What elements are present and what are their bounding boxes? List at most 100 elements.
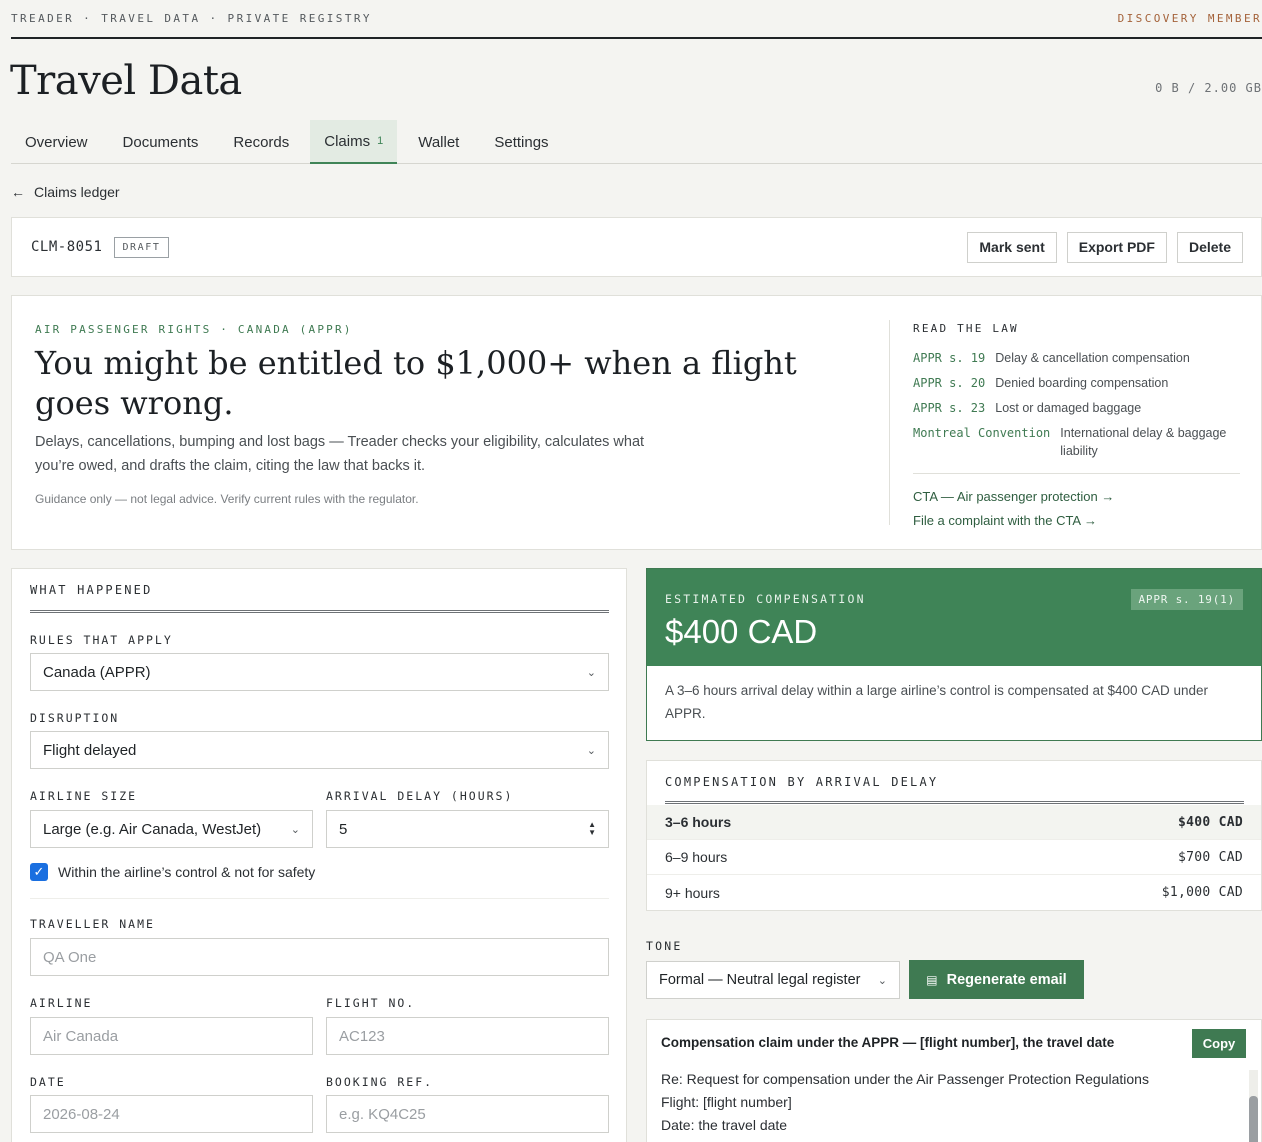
regenerate-email-button[interactable]: ▤ Regenerate email bbox=[909, 960, 1084, 999]
law-reference: APPR s. 19 bbox=[913, 351, 986, 365]
document-icon: ▤ bbox=[926, 972, 938, 987]
law-reference: APPR s. 20 bbox=[913, 376, 986, 390]
hero-headline: You might be entitled to $1,000+ when a … bbox=[35, 344, 797, 422]
registry-breadcrumb: TREADER · TRAVEL DATA · PRIVATE REGISTRY bbox=[11, 12, 372, 25]
booking-ref-input[interactable]: e.g. KQ4C25 bbox=[326, 1095, 609, 1133]
rules-select[interactable]: Canada (APPR) ⌄ bbox=[30, 653, 609, 691]
read-the-law-heading: READ THE LAW bbox=[913, 322, 1019, 335]
law-item[interactable]: Montreal Convention International delay &… bbox=[913, 424, 1240, 460]
delay-range: 6–9 hours bbox=[665, 849, 728, 865]
airline-input[interactable]: Air Canada bbox=[30, 1017, 313, 1055]
law-description: Denied boarding compensation bbox=[995, 376, 1169, 390]
tab-claims[interactable]: Claims 1 bbox=[310, 120, 398, 164]
email-line: Re: Request for compensation under the A… bbox=[661, 1071, 1149, 1087]
tab-bar: Overview Documents Records Claims 1 Walle… bbox=[11, 120, 1262, 164]
estimate-law-reference: APPR s. 19(1) bbox=[1130, 589, 1243, 610]
airline-control-checkbox-row[interactable]: ✓ Within the airline’s control & not for… bbox=[30, 863, 315, 881]
arrival-delay-value: 5 bbox=[339, 820, 348, 838]
tone-select[interactable]: Formal — Neutral legal register ⌄ bbox=[646, 961, 900, 999]
tone-value: Formal — Neutral legal register bbox=[659, 972, 861, 988]
law-item[interactable]: APPR s. 19 Delay & cancellation compensat… bbox=[913, 349, 1240, 367]
form-section-heading: WHAT HAPPENED bbox=[30, 583, 609, 613]
airline-size-value: Large (e.g. Air Canada, WestJet) bbox=[43, 820, 262, 838]
tone-label: TONE bbox=[646, 939, 683, 953]
arrival-delay-stepper[interactable]: 5 ▲ ▼ bbox=[326, 810, 609, 848]
email-body[interactable]: Re: Request for compensation under the A… bbox=[661, 1068, 1247, 1137]
delay-range: 9+ hours bbox=[665, 884, 720, 901]
estimate-banner: ESTIMATED COMPENSATION $400 CAD APPR s. … bbox=[647, 569, 1261, 666]
checkmark-icon[interactable]: ✓ bbox=[30, 863, 48, 881]
delete-button[interactable]: Delete bbox=[1176, 231, 1243, 263]
disruption-select[interactable]: Flight delayed ⌄ bbox=[30, 731, 609, 769]
hero-divider bbox=[889, 320, 890, 525]
law-reference: Montreal Convention bbox=[913, 426, 1051, 440]
flight-number-input[interactable]: AC123 bbox=[326, 1017, 609, 1055]
email-scrollbar[interactable] bbox=[1249, 1070, 1258, 1142]
tab-settings[interactable]: Settings bbox=[480, 120, 562, 164]
tab-label: Documents bbox=[122, 133, 199, 151]
compensation-amount: $700 CAD bbox=[1177, 849, 1243, 865]
mark-sent-button[interactable]: Mark sent bbox=[967, 231, 1057, 263]
email-line: Flight: [flight number] bbox=[661, 1094, 792, 1110]
date-input[interactable]: 2026-08-24 bbox=[30, 1095, 313, 1133]
tab-wallet[interactable]: Wallet bbox=[404, 120, 473, 164]
tab-label: Overview bbox=[25, 133, 88, 151]
disruption-value: Flight delayed bbox=[43, 741, 137, 759]
page-title: Travel Data bbox=[10, 58, 242, 104]
law-item[interactable]: APPR s. 23 Lost or damaged baggage bbox=[913, 399, 1240, 417]
claim-header: CLM-8051 DRAFT Mark sent Export PDF Dele… bbox=[11, 217, 1262, 277]
table-row: 6–9 hours $700 CAD bbox=[647, 840, 1261, 875]
disruption-label: DISRUPTION bbox=[30, 711, 120, 725]
tab-label: Wallet bbox=[418, 133, 460, 151]
tab-label: Claims bbox=[324, 132, 371, 150]
tab-label: Settings bbox=[494, 133, 549, 151]
table-row: 9+ hours $1,000 CAD bbox=[647, 875, 1261, 910]
airline-control-label: Within the airline’s control & not for s… bbox=[58, 864, 316, 880]
stepper-icon[interactable]: ▲ ▼ bbox=[588, 821, 596, 837]
back-to-claims-ledger-link[interactable]: ← Claims ledger bbox=[11, 184, 120, 200]
law-description: Lost or damaged baggage bbox=[995, 401, 1142, 415]
airline-size-select[interactable]: Large (e.g. Air Canada, WestJet) ⌄ bbox=[30, 810, 313, 848]
airline-label: AIRLINE bbox=[30, 996, 93, 1010]
chevron-down-icon: ⌄ bbox=[586, 666, 596, 679]
tab-documents[interactable]: Documents bbox=[109, 120, 213, 164]
flight-number-label: FLIGHT NO. bbox=[326, 996, 416, 1010]
compensation-rows: 3–6 hours $400 CAD 6–9 hours $700 CAD 9+… bbox=[647, 805, 1261, 910]
top-bar: TREADER · TRAVEL DATA · PRIVATE REGISTRY… bbox=[11, 0, 1262, 39]
scrollbar-thumb[interactable] bbox=[1249, 1096, 1258, 1142]
table-row: 3–6 hours $400 CAD bbox=[647, 805, 1261, 840]
traveller-name-label: TRAVELLER NAME bbox=[30, 917, 155, 931]
date-label: DATE bbox=[30, 1075, 66, 1089]
chevron-down-icon: ⌄ bbox=[290, 823, 300, 836]
status-badge: DRAFT bbox=[114, 236, 169, 258]
membership-label[interactable]: DISCOVERY MEMBER bbox=[1118, 12, 1262, 25]
read-the-law-panel: READ THE LAW APPR s. 19 Delay & cancellat… bbox=[913, 322, 1240, 533]
email-line: Date: the travel date bbox=[661, 1117, 788, 1133]
claim-id: CLM-8051 bbox=[31, 239, 103, 255]
delay-range: 3–6 hours bbox=[665, 814, 732, 830]
law-reference: APPR s. 23 bbox=[913, 401, 986, 415]
arrival-delay-label: ARRIVAL DELAY (HOURS) bbox=[326, 789, 514, 803]
tab-overview[interactable]: Overview bbox=[11, 120, 102, 164]
hero-eyebrow: AIR PASSENGER RIGHTS · CANADA (APPR) bbox=[35, 323, 353, 336]
law-description: Delay & cancellation compensation bbox=[995, 351, 1190, 365]
arrow-left-icon: ← bbox=[11, 184, 25, 200]
export-pdf-button[interactable]: Export PDF bbox=[1066, 231, 1167, 263]
traveller-name-input[interactable]: QA One bbox=[30, 938, 609, 976]
cta-complaint-link[interactable]: File a complaint with the CTA → bbox=[913, 509, 1240, 533]
tab-records[interactable]: Records bbox=[219, 120, 303, 164]
passenger-rights-hero: AIR PASSENGER RIGHTS · CANADA (APPR) You… bbox=[11, 295, 1262, 550]
estimate-amount: $400 CAD bbox=[665, 613, 818, 650]
law-description: International delay & baggage liability bbox=[1060, 426, 1227, 458]
chevron-down-icon: ⌄ bbox=[586, 744, 596, 757]
compensation-table: COMPENSATION BY ARRIVAL DELAY 3–6 hours … bbox=[646, 760, 1262, 911]
rules-label: RULES THAT APPLY bbox=[30, 633, 173, 647]
cta-passenger-protection-link[interactable]: CTA — Air passenger protection → bbox=[913, 485, 1240, 509]
law-separator bbox=[913, 473, 1240, 474]
copy-button[interactable]: Copy bbox=[1192, 1029, 1246, 1058]
claim-actions: Mark sent Export PDF Delete bbox=[967, 231, 1243, 263]
compensation-amount: $1,000 CAD bbox=[1161, 885, 1243, 900]
what-happened-form: WHAT HAPPENED RULES THAT APPLY Canada (A… bbox=[11, 568, 627, 1142]
airline-size-label: AIRLINE SIZE bbox=[30, 789, 138, 803]
law-item[interactable]: APPR s. 20 Denied boarding compensation bbox=[913, 374, 1240, 392]
